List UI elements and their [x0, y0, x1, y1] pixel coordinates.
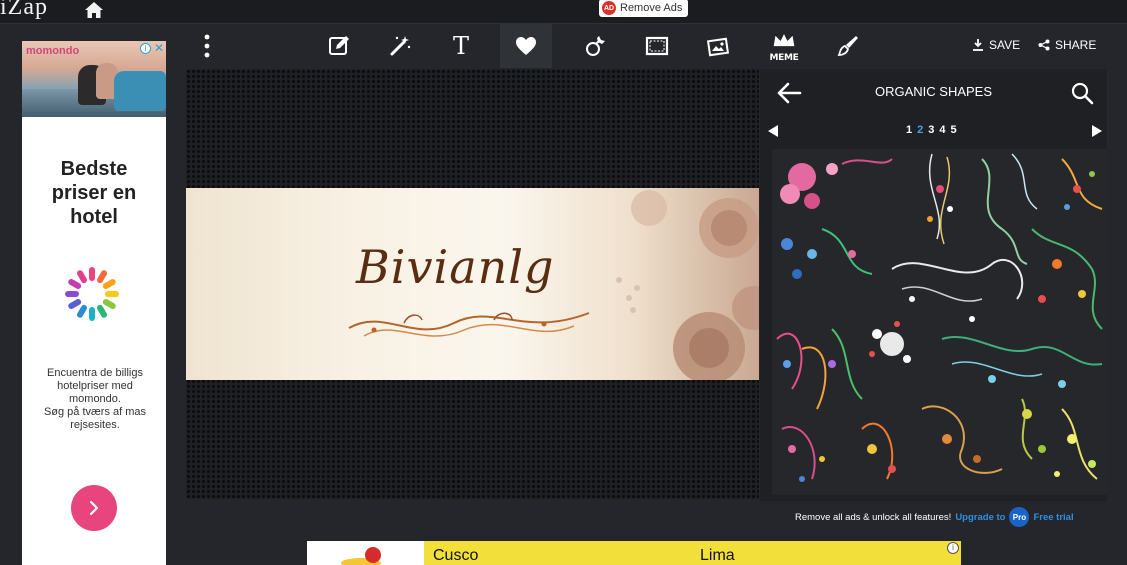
overlays-panel: ORGANIC SHAPES 1 2 3 4 5: [760, 69, 1107, 501]
heart-icon: [516, 37, 536, 55]
roses-decoration: [616, 190, 759, 380]
editor-toolbar: T MEME SAVE SHARE: [186, 24, 1106, 68]
meme-label: MEME: [769, 53, 799, 63]
search-icon[interactable]: [1070, 81, 1094, 105]
tool-brush-button[interactable]: [822, 24, 874, 68]
tool-effects-button[interactable]: [374, 24, 426, 68]
ad-close-icon[interactable]: ✕: [154, 42, 164, 54]
share-icon: [1038, 39, 1050, 51]
pagination: 1 2 3 4 5: [906, 124, 957, 136]
tool-overlays-button[interactable]: [500, 24, 552, 68]
tool-text-button[interactable]: T: [435, 24, 487, 68]
ad-cta-button[interactable]: [71, 485, 117, 531]
ad-brand-logo: momondo: [26, 45, 80, 57]
remove-ads-label: Remove Ads: [620, 2, 683, 14]
ad-heading: Bedste priser en hotel: [51, 158, 137, 228]
tool-stickers-button[interactable]: [569, 24, 621, 68]
ad-map-area[interactable]: [424, 541, 961, 565]
share-label: SHARE: [1055, 38, 1097, 52]
next-page-arrow[interactable]: [1092, 125, 1102, 137]
panel-title: ORGANIC SHAPES: [874, 84, 993, 99]
pro-badge[interactable]: Pro: [1009, 507, 1030, 527]
ad-body-text: Encuentra de billigs hotelpriser med mom…: [43, 367, 147, 431]
edit-icon: [329, 36, 349, 55]
ad-info-icon[interactable]: i: [140, 43, 151, 54]
home-icon[interactable]: [84, 1, 104, 19]
upgrade-text: Remove all ads & unlock all features!: [795, 511, 952, 523]
frame-icon: [645, 36, 669, 56]
ad-info-icon[interactable]: i: [947, 542, 959, 554]
tool-edit-button[interactable]: [313, 24, 365, 68]
ad-city-1: Cusco: [433, 547, 479, 564]
ad-logo-wheel-icon: [65, 267, 119, 321]
page-2-link[interactable]: 2: [917, 124, 923, 136]
banner-title-text[interactable]: Bivianlg: [356, 240, 554, 294]
image-icon: [706, 37, 730, 57]
ad-block-icon: AD: [602, 1, 616, 15]
tool-meme-button[interactable]: MEME: [758, 24, 810, 68]
free-trial-link[interactable]: Free trial: [1033, 512, 1073, 523]
app-logo[interactable]: iZap: [0, 0, 48, 21]
page-5-link[interactable]: 5: [951, 124, 957, 136]
download-icon: [973, 39, 983, 51]
organic-shapes-grid[interactable]: [772, 149, 1107, 495]
chevron-right-icon: [89, 500, 99, 516]
upgrade-banner: Remove all ads & unlock all features! Up…: [795, 507, 1074, 527]
sticker-icon: [586, 36, 605, 56]
page-1-link[interactable]: 1: [906, 124, 912, 136]
save-label: SAVE: [989, 38, 1021, 52]
top-bar: iZap AD Remove Ads: [0, 0, 1127, 24]
banner-image[interactable]: Bivianlg: [186, 188, 759, 380]
page-4-link[interactable]: 4: [939, 124, 945, 136]
magic-wand-icon: [390, 36, 411, 56]
map-pin-icon: [365, 547, 381, 563]
ad-city-2: Lima: [700, 547, 735, 564]
brush-icon: [837, 36, 858, 56]
text-icon: T: [452, 32, 469, 60]
page-3-link[interactable]: 3: [928, 124, 934, 136]
upgrade-link[interactable]: Upgrade to: [955, 512, 1005, 523]
remove-ads-button[interactable]: AD Remove Ads: [599, 0, 689, 17]
bottom-advertisement[interactable]: Cusco Lima i: [307, 541, 961, 565]
meme-icon: MEME: [769, 29, 799, 63]
more-icon[interactable]: [204, 34, 210, 58]
left-advertisement[interactable]: momondo i ✕ Bedste priser en hotel Encue…: [22, 41, 166, 565]
tool-frames-button[interactable]: [631, 24, 683, 68]
swirl-ornament: [348, 312, 590, 337]
editor-canvas[interactable]: Bivianlg: [186, 69, 759, 499]
tool-image-button[interactable]: [692, 24, 744, 68]
save-button[interactable]: SAVE: [972, 38, 1020, 52]
share-button[interactable]: SHARE: [1038, 38, 1096, 52]
prev-page-arrow[interactable]: [768, 125, 778, 137]
